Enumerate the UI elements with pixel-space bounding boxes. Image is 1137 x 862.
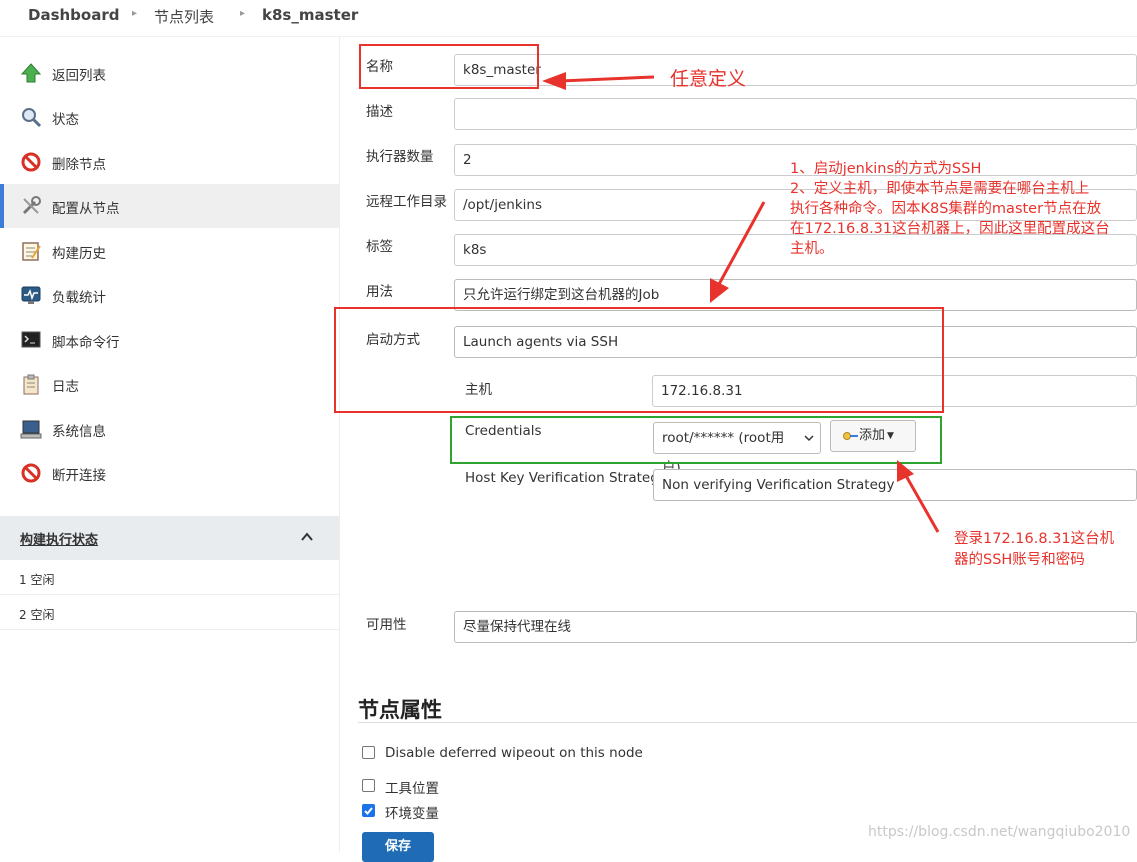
annotation-arrows: [542, 72, 940, 533]
ssh-annotation: 1、启动jenkins的方式为SSH 2、定义主机，即使本节点是需要在哪台主机上…: [790, 159, 1137, 259]
ssh-annotation-line: 在172.16.8.31这台机器上，因此这里配置成这台: [790, 221, 1110, 237]
arrow-launch-icon: [716, 201, 766, 287]
cred-annotation-line: 器的SSH账号和密码: [954, 552, 1085, 568]
ssh-annotation-line: 主机。: [790, 241, 834, 257]
arrow-name-icon: [559, 75, 655, 83]
ssh-annotation-line: 1、启动jenkins的方式为SSH: [790, 161, 982, 177]
name-annotation: 任意定义: [670, 68, 747, 90]
ssh-annotation-line: 2、定义主机，即使本节点是需要在哪台主机上: [790, 181, 1090, 197]
credentials-annotation: 登录172.16.8.31这台机 器的SSH账号和密码: [954, 529, 1114, 571]
watermark: https://blog.csdn.net/wangqiubo2010: [868, 824, 1131, 840]
arrow-credentials-icon: [903, 473, 940, 533]
ssh-annotation-line: 执行各种命令。因本K8S集群的master节点在放: [790, 201, 1102, 217]
cred-annotation-line: 登录172.16.8.31这台机: [954, 531, 1115, 547]
